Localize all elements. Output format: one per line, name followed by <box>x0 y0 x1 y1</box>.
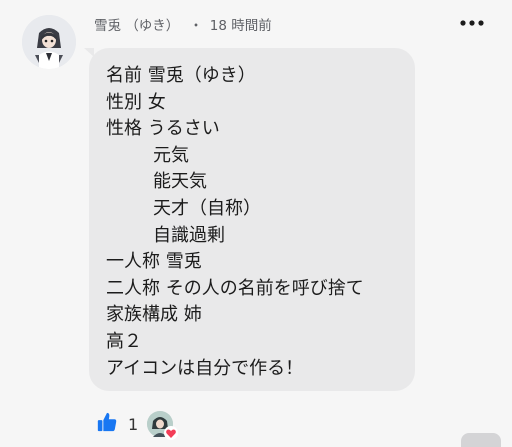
heart-icon <box>164 426 179 440</box>
meta-separator: ・ <box>189 18 203 34</box>
comment-line: 名前 雪兎（ゆき） <box>106 65 256 86</box>
more-dots-icon <box>460 20 484 26</box>
reactor-avatar[interactable] <box>147 411 179 440</box>
scroll-to-top-button[interactable] <box>461 433 501 447</box>
reaction-bar: 1 <box>96 408 179 440</box>
comment-line: 元気 <box>153 144 189 166</box>
comment-line: 一人称 雪兎 <box>106 251 202 273</box>
comment-line: 性格 うるさい <box>106 118 220 140</box>
like-count[interactable]: 1 <box>128 415 138 434</box>
thumbs-up-icon[interactable] <box>96 411 118 437</box>
comment-line: 高２ <box>106 330 142 352</box>
comment-line: 天才（自称） <box>153 197 261 219</box>
comment-line: 自識過剰 <box>153 224 225 246</box>
comment-line: 性別 女 <box>106 91 166 113</box>
post-timestamp[interactable]: 18 時間前 <box>210 14 272 34</box>
author-name[interactable]: 雪兎 （ゆき） <box>94 14 179 34</box>
more-options-button[interactable] <box>452 12 492 34</box>
post-header: 雪兎 （ゆき） ・ 18 時間前 <box>94 14 272 34</box>
comment-post: 雪兎 （ゆき） ・ 18 時間前 名前 雪兎（ゆき） 性別 女性格 うるさい元気能… <box>0 0 512 447</box>
comment-line: 家族構成 姉 <box>106 304 202 326</box>
avatar-illustration <box>22 15 76 69</box>
comment-line: アイコンは自分で作る！ <box>106 357 304 379</box>
author-avatar[interactable] <box>22 15 76 69</box>
comment-line: 能天気 <box>153 171 207 193</box>
comment-line: 二人称 その人の名前を呼び捨て <box>106 277 364 299</box>
comment-bubble: 名前 雪兎（ゆき） 性別 女性格 うるさい元気能天気天才（自称） 自識過剰一人称 雪… <box>89 48 415 391</box>
